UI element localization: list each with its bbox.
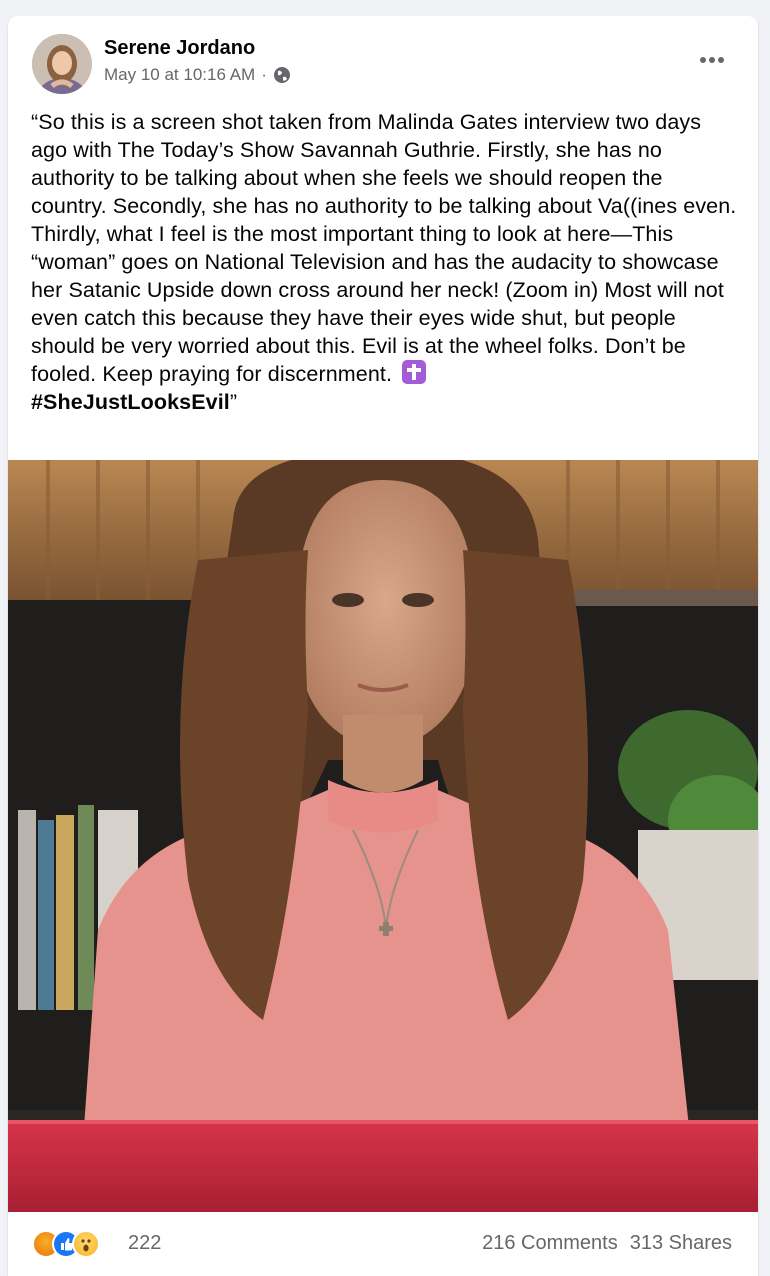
woman-portrait-image — [8, 460, 758, 1212]
hashtag-link[interactable]: #SheJustLooksEvil — [31, 390, 230, 414]
reaction-count[interactable]: 222 — [128, 1232, 161, 1255]
globe-icon[interactable] — [273, 66, 291, 84]
engagement-bar: 222 216 Comments 313 Shares — [8, 1212, 758, 1276]
closing-quote: ” — [229, 390, 238, 414]
engagement-stats: 216 Comments 313 Shares — [482, 1232, 732, 1255]
post-card: Serene Jordano May 10 at 10:16 AM · “So … — [8, 16, 758, 1276]
post-timestamp[interactable]: May 10 at 10:16 AM — [104, 64, 255, 86]
shares-count[interactable]: 313 Shares — [630, 1232, 732, 1255]
post-photo[interactable] — [8, 460, 758, 1212]
meta-separator: · — [261, 65, 267, 84]
reaction-icons[interactable] — [32, 1230, 122, 1258]
comments-count[interactable]: 216 Comments — [482, 1232, 618, 1255]
author-name[interactable]: Serene Jordano — [104, 36, 255, 60]
more-options-icon[interactable] — [694, 48, 730, 72]
author-avatar[interactable] — [32, 34, 92, 94]
post-body: “So this is a screen shot taken from Mal… — [31, 108, 741, 416]
post-meta: May 10 at 10:16 AM · — [104, 64, 291, 86]
avatar-image — [32, 34, 92, 94]
latin-cross-emoji — [402, 360, 427, 384]
post-message: “So this is a screen shot taken from Mal… — [31, 110, 737, 386]
post-header: Serene Jordano May 10 at 10:16 AM · — [8, 16, 758, 96]
wow-reaction-icon — [72, 1230, 100, 1258]
